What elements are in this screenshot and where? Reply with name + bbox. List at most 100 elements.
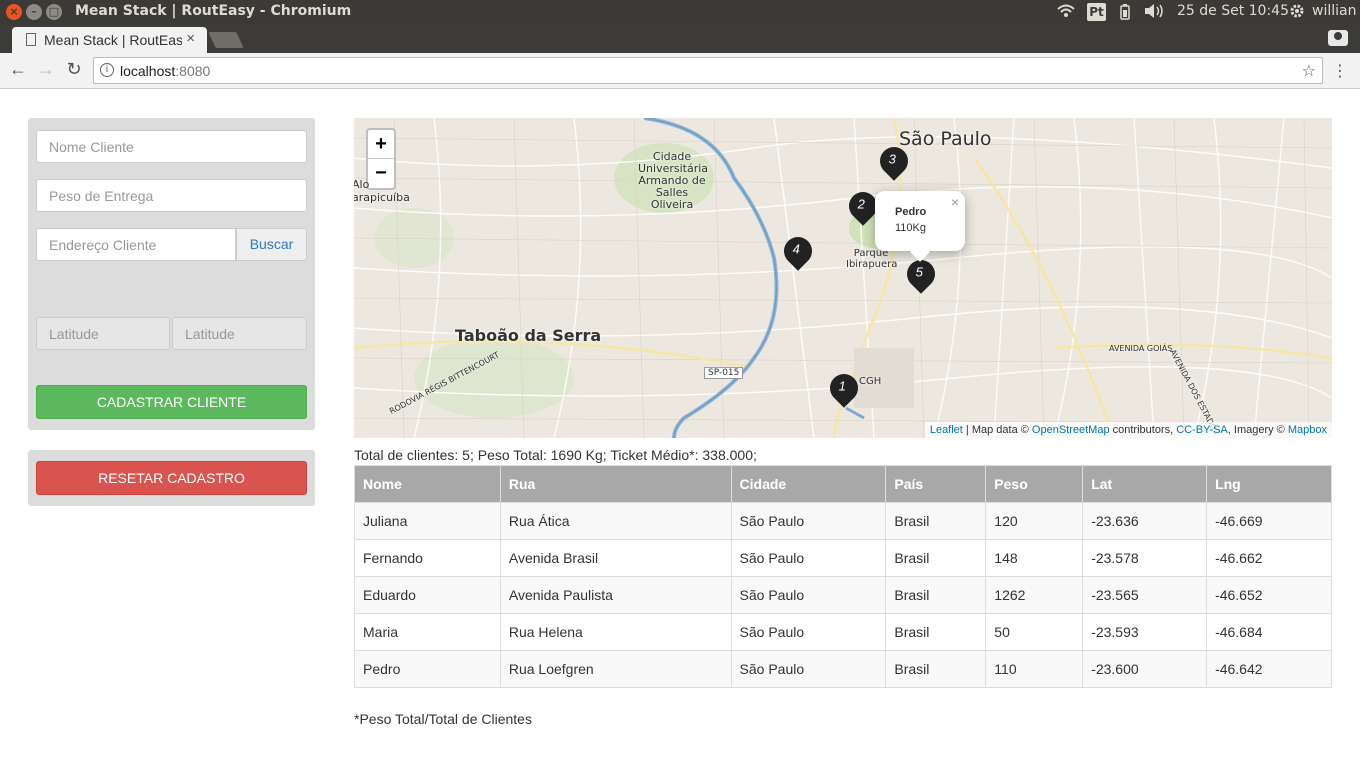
bookmark-star-icon[interactable]: ☆: [1302, 61, 1316, 81]
new-tab-button[interactable]: [208, 32, 244, 48]
url-host: localhost: [120, 63, 176, 79]
longitude-input[interactable]: Latitude: [172, 317, 307, 350]
column-header[interactable]: Lng: [1206, 465, 1332, 503]
table-cell: Rua Ática: [499, 502, 732, 540]
info-icon[interactable]: i: [100, 63, 114, 77]
license-link[interactable]: CC-BY-SA: [1176, 424, 1228, 436]
table-cell: -46.642: [1206, 650, 1332, 688]
client-name-input[interactable]: Nome Cliente: [36, 130, 307, 163]
reset-panel: RESETAR CADASTRO: [28, 450, 315, 506]
marker-number: 3: [888, 151, 896, 167]
zoom-out-button[interactable]: −: [368, 159, 394, 188]
url-text: localhost:8080: [120, 63, 210, 79]
map-label-avenida-goias: AVENIDA GOIÁS: [1109, 344, 1173, 353]
volume-icon[interactable]: [1143, 3, 1165, 23]
column-header[interactable]: Nome: [354, 465, 501, 503]
battery-icon[interactable]: [1119, 3, 1131, 25]
map-popup: Pedro 110Kg ×: [875, 191, 965, 251]
table-cell: -46.684: [1206, 613, 1332, 651]
table-cell: São Paulo: [730, 576, 887, 614]
column-header[interactable]: Cidade: [730, 465, 887, 503]
wifi-icon[interactable]: [1056, 3, 1076, 23]
register-client-button[interactable]: CADASTRAR CLIENTE: [36, 385, 307, 419]
table-cell: São Paulo: [730, 613, 887, 651]
popup-close-icon[interactable]: ×: [951, 194, 959, 210]
attribution-text-1: | Map data ©: [962, 424, 1032, 436]
attribution-text-2: contributors,: [1109, 424, 1177, 436]
url-port: :8080: [175, 63, 211, 79]
reset-register-button[interactable]: RESETAR CADASTRO: [36, 461, 307, 495]
table-row[interactable]: Juliana Rua Ática São Paulo Brasil 120 -…: [354, 502, 1332, 540]
map-label-cidade-universitaria: Cidade Universitária Armando de Salles O…: [638, 150, 709, 211]
table-cell: Maria: [354, 613, 501, 651]
table-cell: 110: [985, 650, 1084, 688]
table-cell: Pedro: [354, 650, 501, 688]
table-cell: Avenida Brasil: [499, 539, 732, 577]
column-header[interactable]: Rua: [499, 465, 732, 503]
marker-number: 1: [838, 378, 846, 394]
osm-link[interactable]: OpenStreetMap: [1032, 424, 1110, 436]
marker-number: 5: [915, 264, 923, 280]
zoom-in-button[interactable]: +: [368, 130, 394, 159]
table-cell: -23.636: [1082, 502, 1208, 540]
map-label-taboao: Taboão da Serra: [455, 326, 602, 345]
client-address-input[interactable]: Endereço Cliente: [36, 228, 236, 261]
footnote: *Peso Total/Total de Clientes: [354, 711, 532, 727]
column-header[interactable]: País: [885, 465, 987, 503]
table-cell: 120: [985, 502, 1084, 540]
map-label-parque: Parque Ibirapuera: [846, 248, 898, 270]
map-attribution: Leaflet | Map data © OpenStreetMap contr…: [924, 422, 1332, 438]
tab-active[interactable]: Mean Stack | RoutEasy ×: [12, 27, 207, 53]
table-cell: -23.578: [1082, 539, 1208, 577]
table-cell: São Paulo: [730, 650, 887, 688]
column-header[interactable]: Lat: [1082, 465, 1208, 503]
zoom-control: + −: [366, 128, 396, 190]
table-cell: Eduardo: [354, 576, 501, 614]
gear-icon[interactable]: [1289, 3, 1305, 23]
summary-text: Total de clientes: 5; Peso Total: 1690 K…: [354, 447, 757, 463]
table-cell: Brasil: [885, 613, 987, 651]
close-window-icon[interactable]: ×: [6, 4, 22, 20]
map-view[interactable]: + − São Paulo Taboão da Serra Cidade Uni…: [354, 118, 1332, 438]
popup-value: 110Kg: [895, 222, 926, 234]
latitude-input[interactable]: Latitude: [36, 317, 170, 350]
table-cell: -23.565: [1082, 576, 1208, 614]
document-icon: [26, 33, 36, 46]
profile-icon[interactable]: [1328, 30, 1348, 46]
table-cell: São Paulo: [730, 502, 887, 540]
back-arrow-icon[interactable]: ←: [6, 59, 30, 80]
search-address-button[interactable]: Buscar: [236, 228, 307, 261]
table-row[interactable]: Eduardo Avenida Paulista São Paulo Brasi…: [354, 576, 1332, 614]
forward-arrow-icon[interactable]: →: [34, 59, 58, 80]
table-cell: São Paulo: [730, 539, 887, 577]
leaflet-link[interactable]: Leaflet: [930, 424, 963, 436]
user-name[interactable]: willian: [1312, 3, 1356, 19]
tab-title: Mean Stack | RoutEasy: [44, 32, 182, 48]
marker-number: 4: [792, 241, 800, 257]
table-row[interactable]: Pedro Rua Loefgren São Paulo Brasil 110 …: [354, 650, 1332, 688]
table-row[interactable]: Maria Rua Helena São Paulo Brasil 50 -23…: [354, 613, 1332, 651]
popup-name: Pedro: [895, 206, 927, 218]
table-cell: Rua Helena: [499, 613, 732, 651]
table-cell: Brasil: [885, 650, 987, 688]
delivery-weight-input[interactable]: Peso de Entrega: [36, 179, 307, 212]
table-cell: -46.652: [1206, 576, 1332, 614]
close-tab-icon[interactable]: ×: [186, 30, 195, 47]
menu-dots-icon[interactable]: ⋮: [1332, 61, 1348, 81]
minimize-window-icon[interactable]: –: [26, 4, 42, 20]
map-label-sao-paulo: São Paulo: [899, 128, 992, 150]
mapbox-link[interactable]: Mapbox: [1288, 424, 1327, 436]
map-label-alto: Alo: [354, 178, 370, 191]
address-bar[interactable]: i localhost:8080 ☆: [93, 57, 1323, 84]
attribution-text-3: , Imagery ©: [1227, 424, 1288, 436]
table-cell: 148: [985, 539, 1084, 577]
reload-icon[interactable]: ↻: [62, 59, 86, 80]
map-label-sp015: SP-015: [704, 367, 744, 379]
table-row[interactable]: Fernando Avenida Brasil São Paulo Brasil…: [354, 539, 1332, 577]
maximize-window-icon[interactable]: □: [46, 4, 62, 20]
os-top-bar: × – □ Mean Stack | RoutEasy - Chromium P…: [0, 0, 1360, 24]
column-header[interactable]: Peso: [985, 465, 1084, 503]
input-method-badge[interactable]: Pt: [1087, 3, 1106, 21]
clients-table: Nome Rua Cidade País Peso Lat Lng Julian…: [354, 465, 1332, 688]
clock[interactable]: 25 de Set 10:45: [1177, 3, 1289, 19]
